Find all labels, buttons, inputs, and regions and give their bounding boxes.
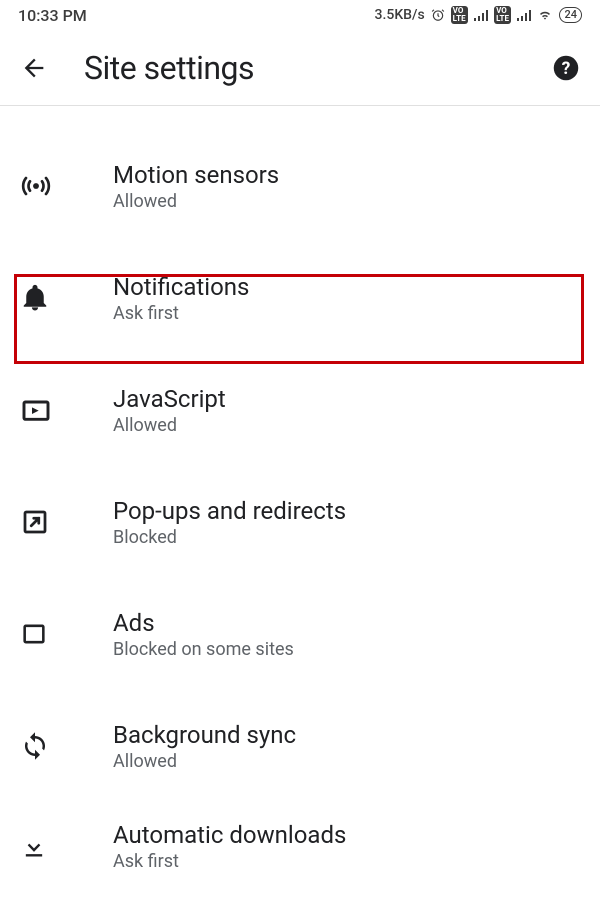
bell-icon [20, 283, 113, 313]
item-sub: Ask first [113, 303, 249, 324]
item-background-sync[interactable]: Background sync Allowed [0, 690, 600, 802]
item-title: Ads [113, 609, 294, 637]
item-title: Pop-ups and redirects [113, 497, 346, 525]
item-sub: Blocked [113, 527, 346, 548]
status-bar: 10:33 PM 3.5KB/s VOLTE VOLTE 24 [0, 0, 600, 30]
lte-badge-1: VOLTE [451, 6, 468, 24]
app-bar: Site settings ? [0, 30, 600, 106]
item-sub: Allowed [113, 191, 279, 212]
item-sub: Ask first [113, 851, 346, 872]
partial-item-sub [0, 106, 600, 130]
item-ads[interactable]: Ads Blocked on some sites [0, 578, 600, 690]
help-button[interactable]: ? [552, 54, 580, 82]
item-title: JavaScript [113, 385, 226, 413]
item-sub: Allowed [113, 415, 226, 436]
item-title: Motion sensors [113, 161, 279, 189]
item-title: Background sync [113, 721, 296, 749]
item-popups[interactable]: Pop-ups and redirects Blocked [0, 466, 600, 578]
page-title: Site settings [84, 49, 552, 87]
lte-badge-2: VOLTE [494, 6, 511, 24]
svg-text:?: ? [562, 58, 571, 78]
item-motion-sensors[interactable]: Motion sensors Allowed [0, 130, 600, 242]
wifi-icon [537, 8, 553, 22]
signal-1-icon [474, 9, 489, 21]
status-data-rate: 3.5KB/s [375, 7, 425, 23]
settings-list: Motion sensors Allowed Notifications Ask… [0, 130, 600, 890]
motion-sensors-icon [20, 170, 113, 202]
status-indicators: 3.5KB/s VOLTE VOLTE 24 [375, 6, 582, 24]
battery-indicator: 24 [559, 7, 582, 23]
item-javascript[interactable]: JavaScript Allowed [0, 354, 600, 466]
signal-2-icon [517, 9, 532, 21]
status-time: 10:33 PM [18, 6, 87, 25]
item-title: Automatic downloads [113, 821, 346, 849]
item-sub: Allowed [113, 751, 296, 772]
download-icon [20, 832, 113, 860]
item-notifications[interactable]: Notifications Ask first [0, 242, 600, 354]
ads-icon [20, 620, 113, 648]
item-title: Notifications [113, 273, 249, 301]
alarm-icon [431, 8, 445, 22]
javascript-icon [20, 394, 113, 426]
external-link-icon [20, 507, 113, 537]
item-automatic-downloads[interactable]: Automatic downloads Ask first [0, 802, 600, 890]
sync-icon [20, 731, 113, 761]
back-button[interactable] [20, 54, 48, 82]
item-sub: Blocked on some sites [113, 639, 294, 660]
